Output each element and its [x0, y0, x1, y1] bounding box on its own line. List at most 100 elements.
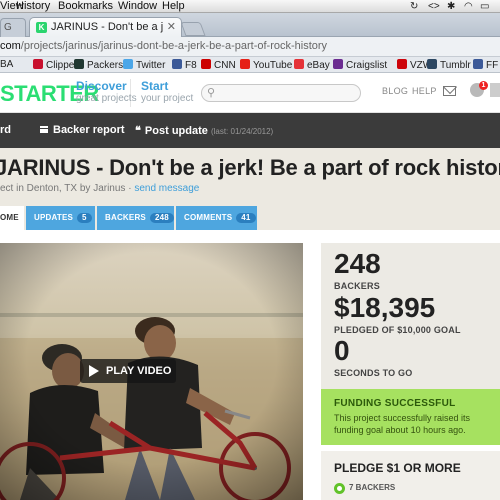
browser-tab-previous[interactable]: G — [0, 18, 26, 37]
tab-comments[interactable]: COMMENTS 41 — [176, 206, 257, 230]
bookmark-favicon-icon — [427, 59, 437, 69]
comment-icon: ❝ — [135, 125, 141, 137]
browser-tabstrip: G K JARINUS - Don't be a jerk! Be a part… — [0, 13, 500, 37]
url-host: com — [0, 40, 21, 52]
backers-label: BACKERS — [334, 281, 380, 291]
tab-comments-count: 41 — [236, 213, 256, 223]
backer-report-link[interactable]: Backer report — [40, 124, 125, 136]
seconds-label: SECONDS TO GO — [334, 368, 413, 378]
bookmark-item[interactable]: Packers — [74, 59, 123, 72]
bluetooth-icon[interactable]: ✱ — [447, 1, 455, 12]
dashboard-link[interactable]: rd — [0, 124, 11, 136]
bookmark-favicon-icon — [123, 59, 133, 69]
bookmark-favicon-icon — [172, 59, 182, 69]
tab-backers[interactable]: BACKERS 248 — [97, 206, 174, 230]
bookmark-favicon-icon — [201, 59, 211, 69]
send-message-link[interactable]: send message — [134, 183, 199, 194]
funding-body: This project successfully raised its fun… — [334, 413, 471, 435]
creator-toolbar: rd Backer report ❝ Post update (last: 01/… — [0, 113, 500, 148]
bookmark-favicon-icon — [33, 59, 43, 69]
help-link[interactable]: HELP — [412, 86, 437, 96]
bookmark-item[interactable]: YouTube — [240, 59, 292, 72]
browser-tab-title: JARINUS - Don't be a jerk! Be a part of … — [51, 21, 163, 33]
blog-link[interactable]: BLOG — [382, 86, 408, 96]
bookmark-label: Craigslist — [346, 60, 388, 71]
close-tab-icon[interactable]: ✕ — [167, 20, 176, 33]
kickstarter-favicon: K — [36, 22, 47, 33]
project-stats: 248 BACKERS $18,395 PLEDGED OF $10,000 G… — [321, 243, 500, 389]
bookmark-label: Tumblr — [440, 60, 471, 71]
address-bar[interactable]: com/projects/jarinus/jarinus-dont-be-a-j… — [0, 37, 500, 57]
menu-bookmarks[interactable]: Bookmarks — [58, 0, 113, 13]
search-icon: ⚲ — [207, 87, 216, 99]
bookmark-label: YouTube — [253, 60, 293, 71]
messages-icon[interactable] — [443, 86, 456, 96]
new-tab-button[interactable] — [180, 22, 206, 36]
project-byline: ect in Denton, TX by Jarinus · send mess… — [0, 183, 200, 194]
url-path: /projects/jarinus/jarinus-dont-be-a-jerk… — [20, 40, 328, 52]
nav-discover[interactable]: Discover great projects — [76, 80, 137, 105]
tab-backers-count: 248 — [149, 213, 174, 223]
pledged-label: PLEDGED OF $10,000 GOAL — [334, 325, 461, 335]
bookmark-favicon-icon — [74, 59, 84, 69]
reward-heading: PLEDGE $1 OR MORE — [334, 461, 461, 475]
bookmark-label: F8 — [185, 60, 197, 71]
last-update-date: (last: 01/24/2012) — [210, 127, 274, 136]
funding-successful-banner: FUNDING SUCCESSFUL This project successf… — [321, 389, 500, 445]
tab-updates[interactable]: UPDATES 5 — [26, 206, 95, 230]
project-video[interactable]: PLAY VIDEO — [0, 243, 303, 500]
browser-tab-previous-label: G — [4, 22, 12, 33]
project-location: ect in Denton, TX by Jarinus — [0, 183, 126, 194]
wifi-icon[interactable]: ◠ — [464, 1, 473, 12]
bookmark-item[interactable]: Craigslist — [333, 59, 387, 72]
backer-report-label: Backer report — [53, 124, 125, 136]
menu-window[interactable]: Window — [118, 0, 157, 13]
nav-discover-title: Discover — [76, 79, 127, 93]
tab-comments-label: COMMENTS — [184, 213, 233, 222]
reward-tier[interactable]: PLEDGE $1 OR MORE 7 BACKERS — [321, 451, 500, 500]
bookmark-favicon-icon — [397, 59, 407, 69]
search-input[interactable]: ⚲ — [201, 84, 361, 102]
menu-history[interactable]: History — [16, 0, 50, 13]
bookmarks-bar: BA Clippers Packers Twitter F8 CNN YouTube eBay… — [0, 57, 500, 73]
tab-home-label: OME — [0, 213, 19, 222]
bookmark-label: Twitter — [136, 60, 166, 71]
tab-home[interactable]: OME — [0, 206, 24, 230]
nav-discover-subtitle: great projects — [76, 93, 137, 104]
bookmark-label: FF H — [486, 60, 500, 71]
notification-badge: 1 — [479, 81, 488, 90]
bookmark-item[interactable]: Tumblr — [427, 59, 471, 72]
bookmark-label: Packers — [87, 60, 124, 71]
project-page: JARINUS - Don't be a jerk! Be a part of … — [0, 148, 500, 500]
bookmark-favicon-icon — [473, 59, 483, 69]
bookmark-item[interactable]: F8 — [172, 59, 197, 72]
bookmark-item[interactable]: Twitter — [123, 59, 165, 72]
tab-backers-label: BACKERS — [105, 213, 146, 222]
battery-icon[interactable]: ▭ — [480, 1, 489, 12]
bookmark-item[interactable]: FF H — [473, 59, 500, 72]
project-title: JARINUS - Don't be a jerk! Be a part of … — [0, 155, 500, 180]
nav-start-subtitle: your project — [141, 93, 194, 104]
browser-tab-active[interactable]: K JARINUS - Don't be a jerk! Be a part o… — [29, 17, 182, 37]
bookmark-item[interactable]: BA — [0, 59, 13, 71]
bookmark-label: BA — [0, 59, 14, 70]
backers-count: 248 — [334, 248, 381, 279]
menu-help[interactable]: Help — [162, 0, 185, 13]
url-text[interactable]: com/projects/jarinus/jarinus-dont-be-a-j… — [0, 40, 327, 52]
bookmark-favicon-icon — [240, 59, 250, 69]
sync-icon[interactable]: ↻ — [410, 1, 418, 12]
tab-updates-label: UPDATES — [34, 213, 74, 222]
post-update-link[interactable]: ❝ Post update (last: 01/24/2012) — [135, 124, 273, 137]
bookmark-label: eBay — [307, 60, 330, 71]
code-icon[interactable]: <> — [428, 1, 440, 12]
backer-icon — [334, 483, 345, 494]
site-header: STARTER Discover great projects Start yo… — [0, 73, 500, 113]
seconds-remaining: 0 — [334, 335, 350, 366]
funding-heading: FUNDING SUCCESSFUL — [334, 398, 456, 409]
activity-icon[interactable] — [490, 83, 500, 97]
bookmark-item[interactable]: eBay — [294, 59, 330, 72]
bookmark-item[interactable]: CNN — [201, 59, 236, 72]
play-video-button[interactable]: PLAY VIDEO — [80, 359, 176, 383]
nav-start[interactable]: Start your project — [141, 80, 193, 105]
bookmark-favicon-icon — [294, 59, 304, 69]
